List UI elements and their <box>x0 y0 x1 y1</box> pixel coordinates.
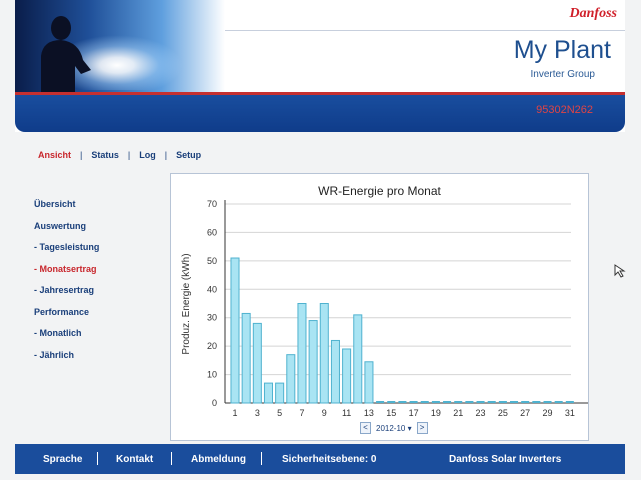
x-tick-label: 21 <box>453 408 463 418</box>
sidebar-item-tagesleistung[interactable]: - Tagesleistung <box>34 242 154 264</box>
sidebar-item-monatsertrag[interactable]: - Monatsertrag <box>34 264 154 286</box>
bar <box>353 314 363 404</box>
y-tick-label: 40 <box>207 284 217 294</box>
bar <box>364 361 374 404</box>
next-month-button[interactable]: > <box>416 422 428 434</box>
bar <box>342 348 352 404</box>
y-tick-label: 10 <box>207 370 217 380</box>
header-divider <box>225 30 625 31</box>
sidebar-item-monatlich[interactable]: - Monatlich <box>34 328 154 350</box>
x-tick-label: 25 <box>498 408 508 418</box>
month-select[interactable]: 2012-10 ▾ <box>376 424 412 433</box>
x-tick-label: 13 <box>364 408 374 418</box>
bar <box>241 312 251 404</box>
y-tick-label: 70 <box>207 199 217 209</box>
person-silhouette-icon <box>41 16 91 92</box>
month-value: 2012-10 <box>376 423 406 433</box>
x-tick-label: 31 <box>565 408 575 418</box>
x-tick-label: 17 <box>409 408 419 418</box>
security-level: Sicherheitsebene: 0 <box>282 454 377 465</box>
bar <box>319 303 329 404</box>
x-tick-label: 19 <box>431 408 441 418</box>
x-tick-label: 1 <box>232 408 237 418</box>
footer-separator <box>171 452 172 465</box>
footer-sprache-link[interactable]: Sprache <box>43 454 82 465</box>
bar <box>275 382 285 404</box>
bar <box>230 257 240 404</box>
header-band <box>15 92 625 132</box>
y-tick-label: 20 <box>207 341 217 351</box>
x-tick-label: 27 <box>520 408 530 418</box>
footer-abmeldung-link[interactable]: Abmeldung <box>191 454 246 465</box>
nav-ansicht[interactable]: Ansicht <box>38 150 71 160</box>
serial-number: 95302N262 <box>536 104 593 116</box>
y-tick-label: 60 <box>207 227 217 237</box>
nav-status[interactable]: Status <box>91 150 119 160</box>
month-picker: <2012-10 ▾ > <box>360 422 428 434</box>
footer-kontakt-link[interactable]: Kontakt <box>116 454 153 465</box>
nav-separator: | <box>164 150 168 160</box>
main-nav: Ansicht | Status | Log | Setup <box>38 150 201 160</box>
energy-bar-chart: 0102030405060701 3 5 7 9 11 13 15 17 19 21 23 25 27 29… <box>181 199 588 418</box>
x-tick-label: 9 <box>322 408 327 418</box>
nav-log[interactable]: Log <box>139 150 156 160</box>
bar <box>286 354 296 404</box>
sidebar-item-performance[interactable]: Performance <box>34 307 154 329</box>
x-tick-label: 3 <box>255 408 260 418</box>
bar <box>308 320 318 404</box>
page-title: My Plant <box>513 36 611 64</box>
footer-separator <box>261 452 262 465</box>
bar <box>252 322 262 404</box>
danfoss-logo: Danfoss <box>569 6 617 21</box>
page-subtitle: Inverter Group <box>530 69 595 80</box>
chart-panel: WR-Energie pro Monat 0 10 20 30 40 50 60 70 1 3 5 7… <box>170 173 589 441</box>
y-tick-label: 0 <box>212 398 217 408</box>
y-axis-label: Produz. Energie (kWh) <box>181 253 192 354</box>
x-tick-label: 7 <box>299 408 304 418</box>
bar <box>263 382 274 404</box>
nav-separator: | <box>80 150 83 160</box>
sidebar-item-uebersicht[interactable]: Übersicht <box>34 199 154 221</box>
sidebar: Übersicht Auswertung - Tagesleistung - M… <box>34 199 154 371</box>
prev-month-button[interactable]: < <box>360 422 371 434</box>
resize-cursor-icon <box>614 264 626 278</box>
chevron-down-icon: ▾ <box>407 423 412 433</box>
y-tick-label: 30 <box>207 313 217 323</box>
sidebar-item-auswertung[interactable]: Auswertung <box>34 221 154 243</box>
nav-separator: | <box>127 150 131 160</box>
nav-setup[interactable]: Setup <box>176 150 201 160</box>
sidebar-item-jaehrlich[interactable]: - Jährlich <box>34 350 154 372</box>
x-tick-label: 11 <box>342 408 351 418</box>
sidebar-item-jahresertrag[interactable]: - Jahresertrag <box>34 285 154 307</box>
footer: Sprache Kontakt Abmeldung Sicherheitsebe… <box>15 444 625 474</box>
y-tick-label: 50 <box>207 256 217 266</box>
x-tick-label: 23 <box>476 408 486 418</box>
footer-separator <box>97 452 98 465</box>
x-tick-label: 29 <box>543 408 553 418</box>
x-tick-label: 5 <box>277 408 282 418</box>
header: Danfoss My Plant Inverter Group 95302N26… <box>15 0 625 132</box>
bar <box>297 303 307 404</box>
x-tick-label: 15 <box>386 408 396 418</box>
bar <box>330 339 340 404</box>
footer-brand: Danfoss Solar Inverters <box>449 454 562 465</box>
